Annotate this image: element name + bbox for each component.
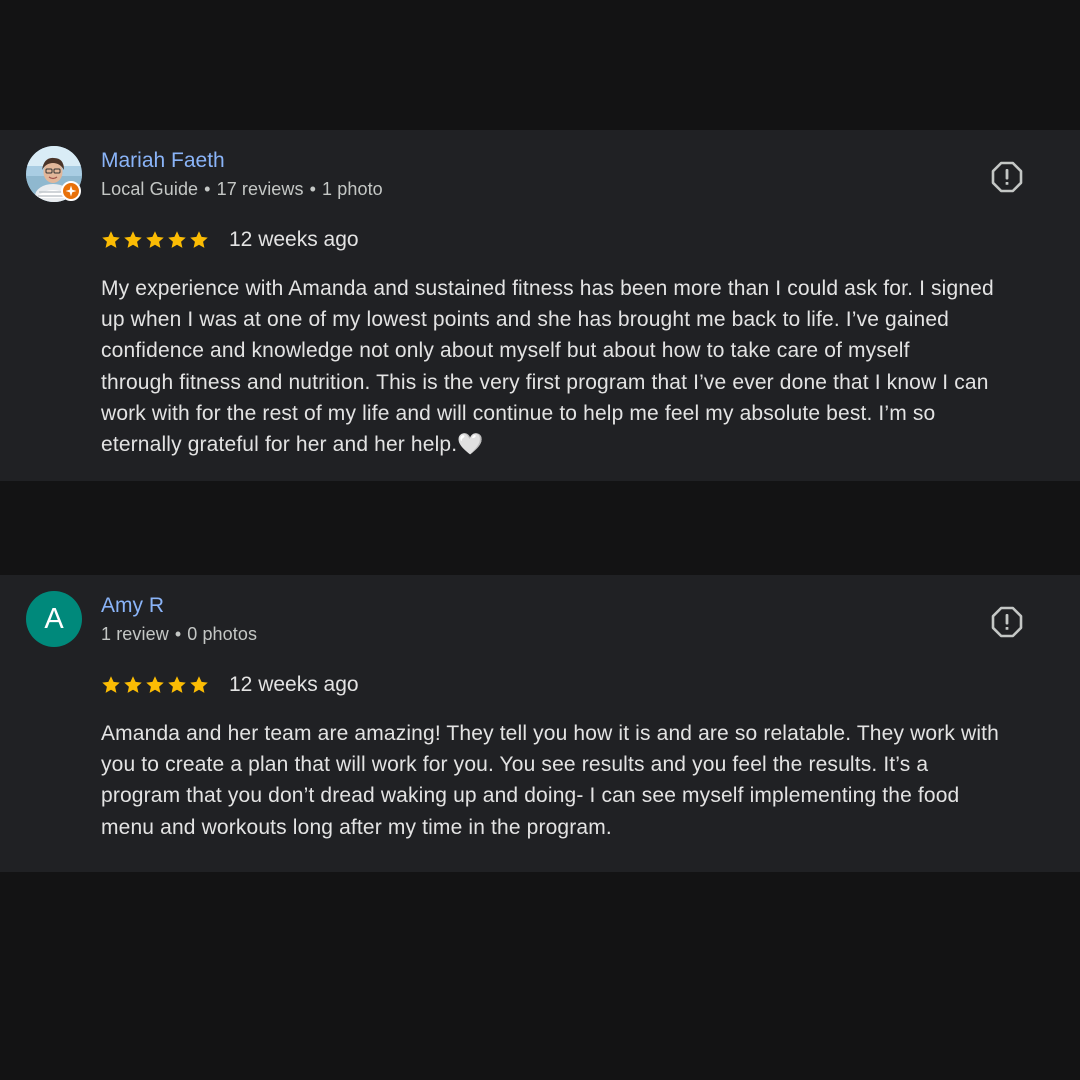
meta-separator: • bbox=[309, 179, 317, 199]
review-text-line: menu and workouts long after my time in … bbox=[101, 815, 612, 839]
star-icon bbox=[168, 676, 186, 693]
review-text-line: work with for the rest of my life and wi… bbox=[101, 401, 936, 425]
avatar-letter: A bbox=[26, 591, 82, 647]
star-icon bbox=[168, 231, 186, 248]
review-count: 1 review bbox=[101, 624, 169, 644]
reviewer-meta: 1 review • 0 photos bbox=[101, 624, 257, 645]
review-text-line: you to create a plan that will work for … bbox=[101, 753, 929, 777]
star-icon bbox=[124, 231, 142, 248]
rating-row: 12 weeks ago bbox=[101, 673, 359, 697]
review-card: A Amy R 1 review • 0 photos 12 weeks ago A… bbox=[0, 575, 1080, 872]
star-icon bbox=[146, 231, 164, 248]
review-text-line: confidence and knowledge not only about … bbox=[101, 339, 910, 363]
report-flag-icon[interactable] bbox=[991, 161, 1023, 193]
star-icon bbox=[124, 676, 142, 693]
review-text-line: My experience with Amanda and sustained … bbox=[101, 277, 994, 300]
star-icon bbox=[102, 231, 120, 248]
reviewer-avatar[interactable] bbox=[26, 146, 82, 202]
meta-separator: • bbox=[174, 624, 182, 644]
photo-count: 0 photos bbox=[187, 624, 258, 644]
star-rating bbox=[101, 230, 209, 250]
star-icon bbox=[102, 676, 120, 693]
review-text-line: through fitness and nutrition. This is t… bbox=[101, 370, 989, 394]
reviewer-badge-label: Local Guide bbox=[101, 179, 199, 199]
report-flag-icon[interactable] bbox=[991, 606, 1023, 638]
reviewer-meta: Local Guide • 17 reviews • 1 photo bbox=[101, 179, 383, 200]
review-time: 12 weeks ago bbox=[229, 673, 359, 696]
reviews-page: Mariah Faeth Local Guide • 17 reviews • 1 ph… bbox=[0, 0, 1080, 1080]
review-text-line: program that you don’t dread waking up a… bbox=[101, 784, 960, 808]
review-time: 12 weeks ago bbox=[229, 228, 359, 251]
reviewer-name[interactable]: Amy R bbox=[101, 594, 164, 618]
star-rating bbox=[101, 675, 209, 695]
review-count: 17 reviews bbox=[216, 179, 304, 199]
reviewer-name[interactable]: Mariah Faeth bbox=[101, 149, 225, 173]
meta-separator: • bbox=[204, 179, 211, 199]
star-icon bbox=[146, 676, 164, 693]
reviewer-avatar[interactable]: A bbox=[26, 591, 82, 647]
photo-count: 1 photo bbox=[322, 179, 383, 199]
review-text-line: Amanda and her team are amazing! They te… bbox=[101, 722, 999, 745]
review-text-line: up when I was at one of my lowest points… bbox=[101, 308, 950, 332]
star-icon bbox=[190, 676, 208, 693]
review-card: Mariah Faeth Local Guide • 17 reviews • 1 ph… bbox=[0, 130, 1080, 481]
review-text: Amanda and her team are amazing! They te… bbox=[101, 718, 1061, 843]
review-text: My experience with Amanda and sustained … bbox=[101, 273, 1061, 460]
local-guide-badge-icon bbox=[61, 181, 81, 201]
rating-row: 12 weeks ago bbox=[101, 228, 359, 252]
star-icon bbox=[190, 231, 208, 248]
review-text-line: eternally grateful for her and her help.… bbox=[101, 433, 484, 457]
